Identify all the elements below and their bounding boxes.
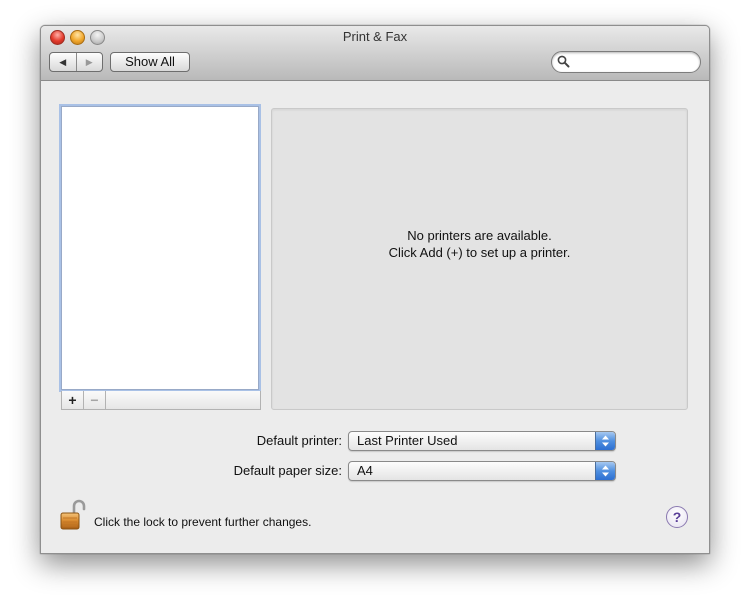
print-fax-window: Print & Fax ◀ ▶ Show All + − No printers… — [40, 25, 710, 554]
unified-toolbar: Print & Fax ◀ ▶ Show All — [41, 26, 709, 81]
add-printer-hint: Click Add (+) to set up a printer. — [388, 245, 571, 260]
no-printers-line: No printers are available. — [407, 228, 552, 243]
default-printer-label: Default printer: — [256, 433, 342, 448]
popup-arrows-icon — [595, 432, 615, 450]
printer-list[interactable] — [61, 106, 259, 390]
search-input[interactable] — [574, 54, 696, 71]
search-field[interactable] — [551, 51, 701, 73]
add-printer-button[interactable]: + — [62, 391, 84, 409]
default-paper-size-value: A4 — [357, 463, 373, 478]
lock-status-text: Click the lock to prevent further change… — [94, 515, 312, 529]
triangle-left-icon: ◀ — [59, 56, 67, 67]
show-all-button[interactable]: Show All — [110, 52, 190, 72]
default-paper-size-label: Default paper size: — [233, 463, 342, 478]
default-printer-value: Last Printer Used — [357, 433, 458, 448]
popup-arrows-icon — [595, 462, 615, 480]
forward-button[interactable]: ▶ — [77, 53, 103, 71]
back-button[interactable]: ◀ — [50, 53, 77, 71]
remove-printer-button[interactable]: − — [84, 391, 106, 409]
search-icon — [557, 55, 570, 68]
triangle-right-icon: ▶ — [85, 56, 93, 67]
printer-detail-pane: No printers are available. Click Add (+)… — [271, 108, 688, 410]
default-printer-popup[interactable]: Last Printer Used — [348, 431, 616, 451]
back-forward-control: ◀ ▶ — [49, 52, 103, 72]
window-title: Print & Fax — [342, 29, 408, 44]
help-button[interactable]: ? — [666, 506, 688, 528]
default-paper-size-popup[interactable]: A4 — [348, 461, 616, 481]
printer-list-buttons: + − — [61, 391, 261, 410]
no-printers-message: No printers are available. Click Add (+)… — [272, 227, 687, 261]
lock-icon[interactable] — [60, 499, 88, 534]
